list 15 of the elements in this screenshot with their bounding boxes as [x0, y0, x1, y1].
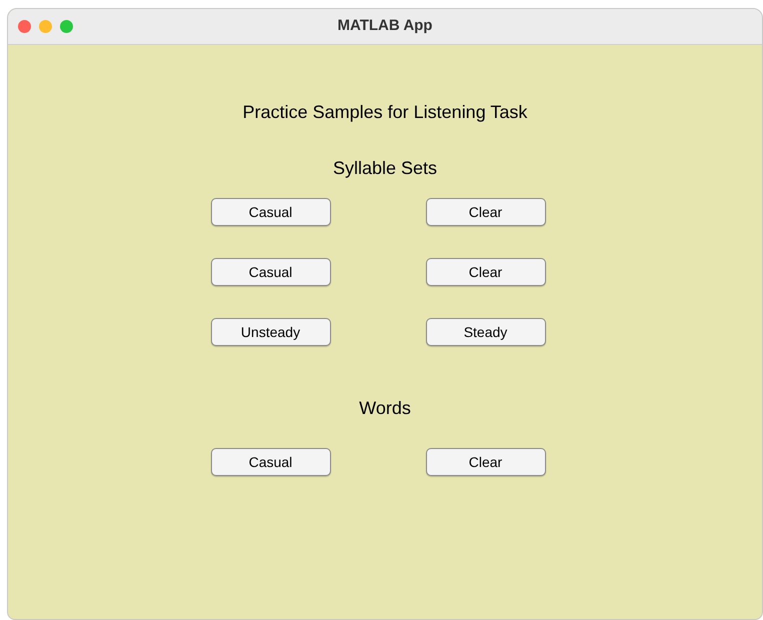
window-title: MATLAB App — [338, 16, 432, 36]
sample-button[interactable]: Steady — [426, 318, 546, 346]
sample-button[interactable]: Clear — [426, 448, 546, 476]
minimize-icon[interactable] — [39, 20, 52, 33]
sample-button[interactable]: Clear — [426, 258, 546, 286]
sample-button[interactable]: Casual — [210, 448, 330, 476]
sample-button[interactable]: Casual — [210, 198, 330, 226]
sample-button[interactable]: Casual — [210, 258, 330, 286]
section-title: Words — [359, 397, 411, 420]
zoom-icon[interactable] — [60, 20, 73, 33]
page-heading: Practice Samples for Listening Task — [242, 101, 528, 124]
close-icon[interactable] — [18, 20, 31, 33]
sample-button[interactable]: Clear — [426, 198, 546, 226]
section-title: Syllable Sets — [332, 157, 438, 180]
sample-button[interactable]: Unsteady — [210, 318, 330, 346]
